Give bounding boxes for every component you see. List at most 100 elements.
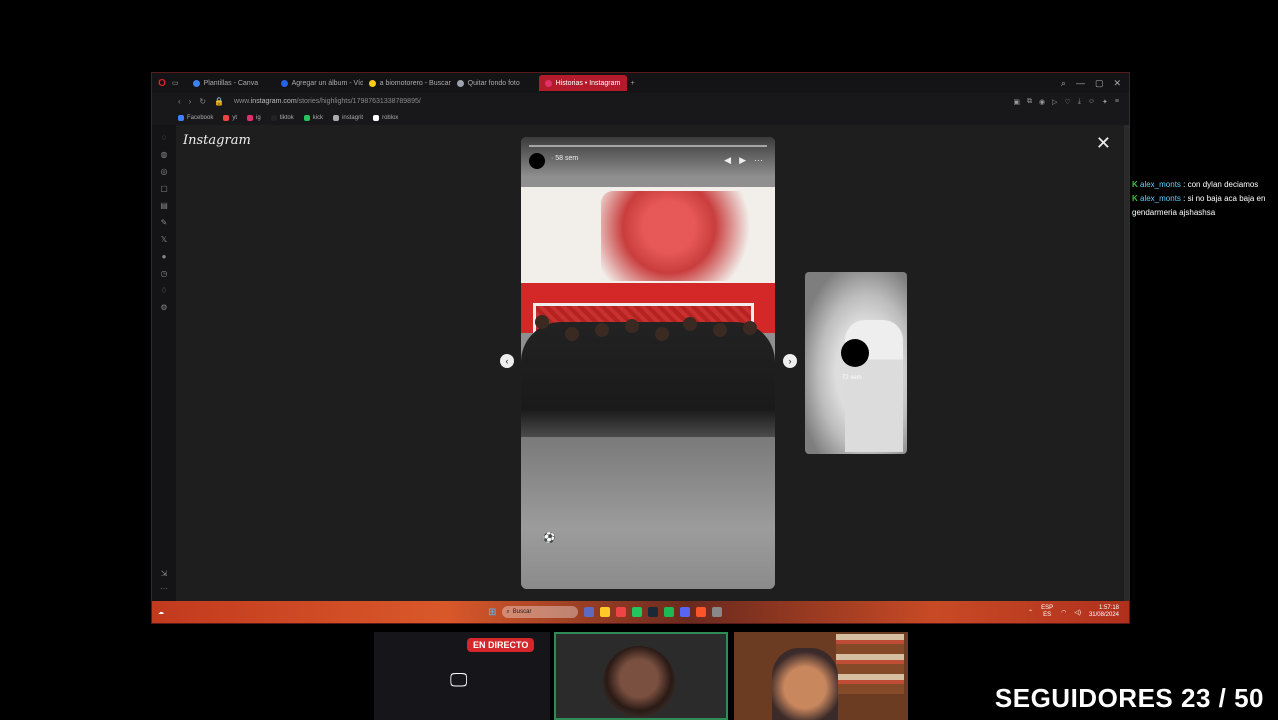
- bookmark-label: tiktok: [279, 114, 294, 121]
- close-window-icon[interactable]: ✕: [1113, 78, 1121, 89]
- current-story[interactable]: · 58 sem ◀ ▶ ··· ⚽: [521, 137, 775, 589]
- story-progress-bar: [529, 145, 767, 147]
- twitch-icon[interactable]: ▤: [160, 201, 168, 210]
- file-explorer-icon[interactable]: [600, 607, 611, 617]
- page-scrollbar[interactable]: [1124, 125, 1129, 601]
- discord-taskbar-icon[interactable]: [680, 607, 691, 617]
- whatsapp-icon[interactable]: ◎: [161, 167, 168, 176]
- bookmark-item[interactable]: instagrit: [333, 114, 363, 121]
- bookmark-label: kick: [312, 114, 324, 121]
- url-field[interactable]: www.instagram.com/stories/highlights/179…: [234, 98, 1013, 105]
- search-tabs-icon[interactable]: ⌕: [1061, 78, 1066, 89]
- bookmark-icon: [223, 114, 230, 121]
- menu-icon[interactable]: ≡: [1115, 98, 1119, 106]
- tab-label: Plantillas - Canva: [203, 79, 259, 87]
- start-icon[interactable]: ⊞: [488, 607, 496, 618]
- language-indicator[interactable]: ESP ES: [1041, 605, 1053, 619]
- instagram-logo[interactable]: Instagram: [183, 133, 251, 148]
- bookmark-item[interactable]: Facebook: [178, 114, 214, 121]
- story-photo-person: [743, 321, 757, 335]
- browser-sidebar: ◌ ◍ ◎ ▢ ▤ ✎ 𝕏 ● ◷ ♢ ⚙ ⇲ ···: [152, 125, 176, 601]
- pin-icon[interactable]: ⇲: [161, 569, 168, 578]
- clock[interactable]: 1:57:18 31/08/2024: [1089, 605, 1119, 619]
- tab-icon[interactable]: ⧉: [1027, 98, 1032, 106]
- play-icon[interactable]: ▷: [1052, 98, 1057, 106]
- maximize-icon[interactable]: ▢: [1095, 78, 1104, 89]
- browser-tab[interactable]: Historias • Instagram: [538, 75, 627, 91]
- camera-icon[interactable]: ◉: [1039, 98, 1045, 106]
- wifi-icon[interactable]: ◠: [1061, 609, 1066, 616]
- next-story-preview[interactable]: 72 sem: [805, 272, 907, 454]
- back-icon[interactable]: ‹: [178, 97, 181, 106]
- opera-logo-icon[interactable]: O: [156, 73, 168, 93]
- story-username[interactable]: · 58 sem: [551, 155, 578, 162]
- whatsapp-taskbar-icon[interactable]: [632, 607, 643, 617]
- story-photo-person: [683, 317, 697, 331]
- minimize-icon[interactable]: —: [1076, 78, 1085, 89]
- volume-icon[interactable]: ◁): [1074, 609, 1081, 616]
- ai-icon[interactable]: ◌: [162, 133, 167, 142]
- messenger-icon[interactable]: ◍: [161, 150, 168, 159]
- spotify-icon[interactable]: ●: [162, 252, 167, 261]
- reload-icon[interactable]: ↻: [199, 97, 206, 106]
- tab-label: Quitar fondo foto: [467, 79, 520, 87]
- extensions-icon[interactable]: ✦: [1102, 98, 1108, 106]
- bookmark-label: yt: [232, 114, 238, 121]
- live-badge: EN DIRECTO: [467, 638, 535, 652]
- bookmark-item[interactable]: ig: [247, 114, 261, 121]
- tab-label: Historias • Instagram: [555, 79, 621, 87]
- snapshot-icon[interactable]: ▣: [1013, 98, 1020, 106]
- browser-tab[interactable]: Plantillas - Canva: [187, 75, 275, 91]
- discord-icon[interactable]: ✎: [161, 218, 168, 227]
- more-icon[interactable]: ···: [160, 584, 168, 593]
- story-photo-person: [565, 327, 579, 341]
- weather-widget[interactable]: ☁: [152, 609, 218, 616]
- browser-tab[interactable]: Agregar un álbum - Vídeo: [275, 75, 363, 91]
- bookmark-item[interactable]: kick: [303, 114, 324, 121]
- bookmark-item[interactable]: yt: [223, 114, 238, 121]
- bookmark-item[interactable]: tiktok: [270, 114, 294, 121]
- address-bar: ‹ › ↻ 🔒 www.instagram.com/stories/highli…: [152, 93, 1129, 110]
- history-icon[interactable]: ◷: [161, 269, 168, 278]
- browser-tab[interactable]: Quitar fondo foto: [451, 75, 539, 91]
- x-icon[interactable]: 𝕏: [161, 235, 167, 244]
- bookmarks-icon[interactable]: ♢: [160, 286, 167, 295]
- sidebar-toggle-icon[interactable]: ▭: [172, 79, 179, 87]
- followers-goal: SEGUIDORES 23 / 50: [994, 683, 1264, 713]
- browser-tab[interactable]: a biomotorero - Buscar con: [363, 75, 451, 91]
- download-icon[interactable]: ⤓: [1078, 98, 1081, 106]
- taskbar-search-icon: ⌕: [506, 608, 510, 615]
- next-story-icon[interactable]: ›: [783, 354, 797, 368]
- kick-badge-icon: K: [1132, 194, 1140, 203]
- settings-icon[interactable]: ⚙: [160, 303, 167, 312]
- profile-icon[interactable]: ☺: [1088, 98, 1095, 106]
- tab-bar: O ▭ Plantillas - Canva Agregar un álbum -…: [152, 73, 1129, 93]
- opera-taskbar-icon[interactable]: [616, 607, 627, 617]
- tray-chevron-icon[interactable]: ⌃: [1028, 609, 1033, 616]
- story-more-icon[interactable]: ···: [754, 155, 763, 166]
- spotify-taskbar-icon[interactable]: [664, 607, 675, 617]
- close-story-icon[interactable]: ✕: [1096, 133, 1111, 154]
- bookmark-icon: [247, 114, 254, 121]
- taskbar-search[interactable]: ⌕ Buscar: [502, 606, 579, 618]
- bookmarks-bar: Facebook yt ig tiktok kick instagrit roblox: [152, 110, 1129, 125]
- brave-taskbar-icon[interactable]: [696, 607, 707, 617]
- heart-icon[interactable]: ♡: [1064, 98, 1070, 106]
- steam-taskbar-icon[interactable]: [648, 607, 659, 617]
- lock-icon: 🔒: [214, 97, 225, 106]
- tab-favicon-icon: [368, 79, 376, 87]
- new-tab-button[interactable]: +: [631, 80, 635, 87]
- story-photo-person: [713, 323, 727, 337]
- bookmark-item[interactable]: roblox: [373, 114, 398, 121]
- obs-taskbar-icon[interactable]: [712, 607, 723, 617]
- instagram-sidebar-icon[interactable]: ▢: [160, 184, 168, 193]
- task-view-icon[interactable]: [584, 607, 595, 617]
- previous-story-icon[interactable]: ‹: [500, 354, 514, 368]
- tab-favicon-icon: [456, 79, 464, 87]
- mute-icon[interactable]: ◀: [724, 155, 731, 166]
- next-story-avatar: [841, 339, 869, 367]
- pause-icon[interactable]: ▶: [739, 155, 746, 166]
- bookmark-label: Facebook: [187, 114, 214, 121]
- forward-icon[interactable]: ›: [189, 97, 192, 106]
- story-avatar[interactable]: [529, 153, 545, 169]
